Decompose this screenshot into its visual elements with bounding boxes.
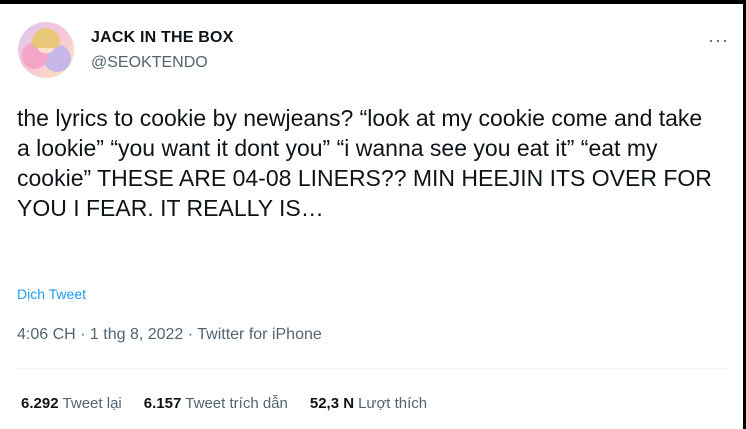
tweet-timestamp[interactable]: 4:06 CH · 1 thg 8, 2022 · Twitter for iP… (17, 326, 322, 344)
avatar[interactable] (18, 22, 74, 78)
quote-tweets-stat[interactable]: 6.157 Tweet trích dẫn (144, 395, 288, 412)
likes-stat[interactable]: 52,3 N Lượt thích (310, 395, 427, 412)
tweet-text: the lyrics to cookie by newjeans? “look … (17, 105, 712, 221)
retweets-stat[interactable]: 6.292 Tweet lại (21, 395, 122, 412)
likes-count: 52,3 N (309, 395, 355, 412)
more-options-icon[interactable]: ··· (708, 30, 729, 51)
retweets-count: 6.292 (21, 395, 59, 412)
window-top-border (0, 0, 746, 4)
retweets-label: Tweet lại (62, 395, 122, 412)
quote-tweets-label: Tweet trích dẫn (185, 395, 288, 412)
tweet-stats: 6.292 Tweet lại 6.157 Tweet trích dẫn 52,3… (21, 395, 427, 412)
divider (17, 368, 727, 369)
likes-label: Lượt thích (358, 395, 428, 412)
author-handle[interactable]: @SEOKTENDO (91, 54, 208, 72)
quote-tweets-count: 6.157 (143, 395, 182, 412)
author-name[interactable]: JACK IN THE BOX (91, 29, 234, 47)
avatar-hair-shape (32, 28, 60, 48)
translate-tweet-link[interactable]: Dịch Tweet (17, 286, 86, 302)
